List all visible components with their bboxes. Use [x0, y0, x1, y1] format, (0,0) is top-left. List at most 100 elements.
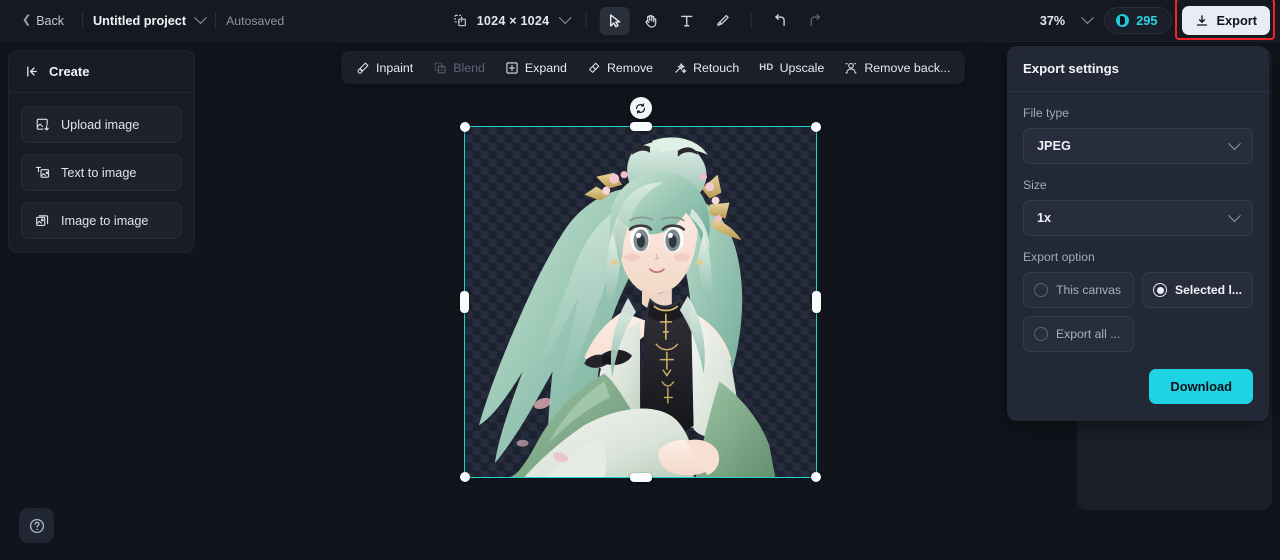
download-row: Download	[1023, 369, 1253, 404]
export-panel-header: Export settings	[1007, 46, 1269, 92]
toolbar-remove-background[interactable]: Remove back...	[835, 56, 959, 80]
help-circle-icon	[28, 517, 46, 535]
autosave-status: Autosaved	[226, 13, 285, 28]
toolbar-remove-background-label: Remove back...	[864, 60, 951, 75]
collapse-left-icon[interactable]	[25, 64, 40, 79]
toolbar-retouch[interactable]: Retouch	[664, 56, 748, 80]
resize-handle-n[interactable]	[629, 122, 652, 131]
toolbar-expand-label: Expand	[524, 60, 567, 75]
selected-layer-selection[interactable]	[460, 97, 821, 482]
toolbar-upscale-label: Upscale	[779, 60, 825, 75]
resize-handle-nw[interactable]	[460, 122, 470, 132]
size-label: Size	[1023, 178, 1047, 192]
artwork-frame	[465, 127, 816, 477]
export-option-label-text: Export all ...	[1056, 327, 1121, 341]
divider	[82, 12, 84, 29]
chevron-down-icon	[1081, 11, 1094, 25]
chevron-down-icon	[1228, 136, 1241, 150]
toolbar-remove[interactable]: Remove	[578, 56, 662, 80]
export-option-label-text: This canvas	[1056, 283, 1122, 297]
sidebar-item-label: Image to image	[61, 213, 149, 228]
download-icon	[1195, 14, 1209, 28]
resize-handle-se[interactable]	[811, 472, 821, 482]
top-bar-left: ❮ Back Untitled project Autosaved	[0, 9, 284, 33]
redo-icon	[807, 13, 823, 29]
canvas-edit-toolbar: Inpaint Blend Expand Remove Retouch HD U…	[341, 51, 966, 84]
help-button[interactable]	[19, 508, 54, 543]
zoom-selector[interactable]: 37%	[1032, 9, 1100, 33]
size-select[interactable]: 1x	[1023, 200, 1253, 236]
sidebar-item-text-to-image[interactable]: Text to image	[21, 154, 182, 191]
export-label: Export	[1216, 13, 1257, 28]
file-type-value: JPEG	[1037, 139, 1071, 153]
top-bar-right: 37% 295 Export	[1032, 0, 1276, 40]
image-to-image-icon	[35, 213, 50, 228]
toolbar-upscale[interactable]: HD Upscale	[750, 56, 833, 80]
toolbar-blend-label: Blend	[453, 60, 485, 75]
file-type-label: File type	[1023, 106, 1070, 120]
resize-handle-ne[interactable]	[811, 122, 821, 132]
size-value: 1x	[1037, 211, 1052, 225]
sidebar-item-label: Upload image	[61, 117, 140, 132]
divider	[215, 12, 217, 29]
expand-icon	[505, 61, 519, 75]
canvas-size-selector[interactable]: 1024 × 1024	[447, 9, 576, 32]
inpaint-icon	[356, 61, 370, 75]
cursor-icon	[606, 13, 622, 29]
chevron-down-icon	[1228, 208, 1241, 222]
toolbar-retouch-label: Retouch	[693, 60, 740, 75]
blend-icon	[433, 61, 447, 75]
sidebar-item-image-to-image[interactable]: Image to image	[21, 202, 182, 239]
toolbar-expand[interactable]: Expand	[496, 56, 576, 80]
export-button-wrapper: Export	[1175, 0, 1276, 40]
resize-handle-s[interactable]	[629, 473, 652, 482]
resize-handle-w[interactable]	[460, 291, 469, 313]
credit-coin-icon	[1116, 14, 1130, 27]
toolbar-inpaint[interactable]: Inpaint	[347, 56, 422, 80]
back-label: Back	[36, 13, 65, 28]
radio-icon	[1034, 283, 1048, 297]
toolbar-blend[interactable]: Blend	[424, 56, 494, 80]
export-panel-title: Export settings	[1023, 61, 1119, 76]
export-option-label-text: Selected l...	[1175, 283, 1242, 297]
export-option-group: This canvas Selected l... Export all ...	[1023, 272, 1253, 352]
back-button[interactable]: ❮ Back	[14, 9, 72, 33]
chevron-down-icon	[558, 11, 572, 25]
chevron-down-icon[interactable]	[194, 11, 207, 25]
sidebar-item-upload-image[interactable]: Upload image	[21, 106, 182, 143]
select-tool-button[interactable]	[599, 6, 630, 35]
file-type-select[interactable]: JPEG	[1023, 128, 1253, 164]
sidebar-item-label: Text to image	[61, 165, 137, 180]
hand-tool-button[interactable]	[635, 7, 665, 35]
resize-handle-e[interactable]	[812, 291, 821, 313]
remove-background-icon	[844, 61, 858, 75]
export-settings-panel: Export settings File type JPEG Size 1x E…	[1007, 46, 1269, 421]
rotate-handle[interactable]	[629, 97, 652, 119]
brush-tool-button[interactable]	[707, 7, 737, 35]
export-button[interactable]: Export	[1182, 6, 1270, 35]
zoom-level-label: 37%	[1039, 13, 1066, 28]
export-option-selected-layer[interactable]: Selected l...	[1142, 272, 1253, 308]
top-bar-center: 1024 × 1024	[447, 6, 834, 35]
divider	[750, 12, 752, 29]
credits-badge[interactable]: 295	[1104, 7, 1173, 34]
undo-button[interactable]	[764, 7, 794, 35]
hd-badge: HD	[759, 62, 774, 73]
upload-image-icon	[35, 117, 50, 132]
divider	[585, 12, 587, 29]
canvas-frame-icon	[453, 13, 468, 28]
retouch-icon	[673, 61, 687, 75]
resize-handle-sw[interactable]	[460, 472, 470, 482]
export-option-this-canvas[interactable]: This canvas	[1023, 272, 1134, 308]
download-button[interactable]: Download	[1149, 369, 1253, 404]
canvas-size-label: 1024 × 1024	[476, 13, 550, 28]
toolbar-remove-label: Remove	[606, 60, 654, 75]
left-sidebar: Create Upload image Text to image Image …	[8, 50, 195, 253]
export-option-export-all[interactable]: Export all ...	[1023, 316, 1134, 352]
rotate-icon	[634, 102, 647, 115]
redo-button[interactable]	[800, 7, 830, 35]
remove-icon	[587, 61, 601, 75]
credits-count: 295	[1136, 13, 1158, 28]
project-name[interactable]: Untitled project	[93, 14, 186, 28]
text-tool-button[interactable]	[671, 7, 701, 35]
